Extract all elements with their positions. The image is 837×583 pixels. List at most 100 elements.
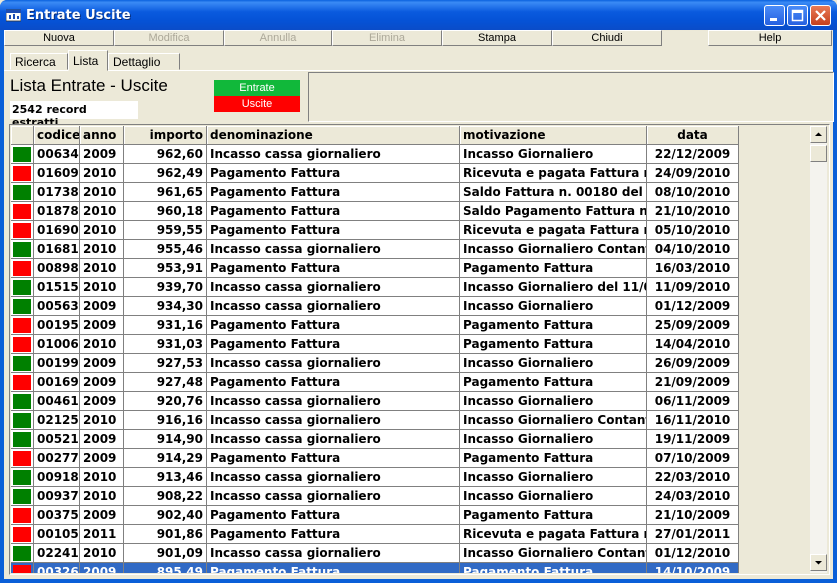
table-row[interactable]: 00326 2009 895,49 Pagamento Fattura Pagament…	[11, 563, 739, 573]
cell-motivazione: Pagamento Fattura	[460, 316, 647, 335]
vertical-scrollbar[interactable]	[810, 126, 827, 573]
table-row[interactable]: 00195 2009 931,16 Pagamento Fattura Pagament…	[11, 316, 739, 335]
table-row[interactable]: 02125 2010 916,16 Incasso cassa giornaliero…	[11, 411, 739, 430]
cell-motivazione: Incasso Giornaliero	[460, 354, 647, 373]
cell-importo: 961,65	[124, 183, 207, 202]
title-bar[interactable]: Entrate Uscite	[0, 0, 837, 30]
cell-anno: 2009	[80, 373, 124, 392]
row-type-cell	[11, 449, 34, 468]
cell-data: 04/10/2010	[647, 240, 739, 259]
tab-lista[interactable]: Lista	[68, 50, 108, 71]
table-row[interactable]: 00634 2009 962,60 Incasso cassa giornaliero…	[11, 145, 739, 164]
cell-motivazione: Saldo Pagamento Fattura n.1	[460, 202, 647, 221]
cell-importo: 934,30	[124, 297, 207, 316]
row-type-cell	[11, 506, 34, 525]
table-row[interactable]: 01515 2010 939,70 Incasso cassa giornaliero…	[11, 278, 739, 297]
cell-motivazione: Ricevuta e pagata Fattura n.1	[460, 164, 647, 183]
table-row[interactable]: 01878 2010 960,18 Pagamento Fattura Saldo Pa…	[11, 202, 739, 221]
header-codice[interactable]: codice	[34, 126, 80, 145]
scroll-thumb[interactable]	[810, 145, 827, 162]
scroll-up-button[interactable]	[810, 126, 827, 143]
cell-denominazione: Incasso cassa giornaliero	[207, 354, 460, 373]
window-title: Entrate Uscite	[26, 8, 131, 23]
row-type-cell	[11, 278, 34, 297]
table-row[interactable]: 01738 2010 961,65 Pagamento Fattura Saldo Fa…	[11, 183, 739, 202]
cell-importo: 927,53	[124, 354, 207, 373]
scroll-down-button[interactable]	[810, 554, 827, 571]
row-type-cell	[11, 430, 34, 449]
cell-denominazione: Incasso cassa giornaliero	[207, 487, 460, 506]
row-type-cell	[11, 335, 34, 354]
table-row[interactable]: 00898 2010 953,91 Pagamento Fattura Pagament…	[11, 259, 739, 278]
cell-denominazione: Pagamento Fattura	[207, 506, 460, 525]
maximize-button[interactable]	[787, 5, 808, 26]
new-button[interactable]: Nuova	[4, 30, 114, 46]
cell-motivazione: Incasso Giornaliero Contanti	[460, 240, 647, 259]
minimize-button[interactable]	[764, 5, 785, 26]
cell-motivazione: Pagamento Fattura	[460, 373, 647, 392]
legend-entrate: Entrate	[214, 80, 300, 96]
table-row[interactable]: 01609 2010 962,49 Pagamento Fattura Ricevuta…	[11, 164, 739, 183]
records-grid[interactable]: codice anno importo denominazione motiva…	[9, 124, 830, 575]
header-denominazione[interactable]: denominazione	[207, 126, 460, 145]
toolbar: Nuova Modifica Annulla Elimina Stampa Ch…	[4, 30, 833, 46]
cell-anno: 2009	[80, 449, 124, 468]
table-row[interactable]: 00169 2009 927,48 Pagamento Fattura Pagament…	[11, 373, 739, 392]
app-icon	[6, 9, 21, 22]
table-row[interactable]: 01681 2010 955,46 Incasso cassa giornaliero…	[11, 240, 739, 259]
table-row[interactable]: 00521 2009 914,90 Incasso cassa giornaliero…	[11, 430, 739, 449]
table-row[interactable]: 00199 2009 927,53 Incasso cassa giornaliero…	[11, 354, 739, 373]
close-form-button[interactable]: Chiudi	[552, 30, 662, 46]
edit-button[interactable]: Modifica	[114, 30, 224, 46]
cell-denominazione: Pagamento Fattura	[207, 221, 460, 240]
cell-importo: 959,55	[124, 221, 207, 240]
table-row[interactable]: 00461 2009 920,76 Incasso cassa giornaliero…	[11, 392, 739, 411]
app-window: Entrate Uscite Nuova Modifica Annulla El…	[0, 0, 837, 583]
entrata-marker	[13, 299, 31, 314]
entrata-marker	[13, 394, 31, 409]
cell-codice: 00195	[34, 316, 80, 335]
table-row[interactable]: 00375 2009 902,40 Pagamento Fattura Pagament…	[11, 506, 739, 525]
cell-anno: 2010	[80, 544, 124, 563]
print-button[interactable]: Stampa	[442, 30, 552, 46]
entrata-marker	[13, 489, 31, 504]
row-type-cell	[11, 468, 34, 487]
cell-anno: 2009	[80, 392, 124, 411]
close-button[interactable]	[810, 5, 831, 26]
cell-motivazione: Incasso Giornaliero	[460, 468, 647, 487]
table-row[interactable]: 00277 2009 914,29 Pagamento Fattura Pagament…	[11, 449, 739, 468]
uscita-marker	[13, 337, 31, 352]
header-importo[interactable]: importo	[124, 126, 207, 145]
tab-ricerca[interactable]: Ricerca	[10, 53, 68, 70]
header-marker	[11, 126, 34, 145]
cell-denominazione: Incasso cassa giornaliero	[207, 240, 460, 259]
table-row[interactable]: 02241 2010 901,09 Incasso cassa giornaliero…	[11, 544, 739, 563]
delete-button[interactable]: Elimina	[332, 30, 442, 46]
header-anno[interactable]: anno	[80, 126, 124, 145]
tab-dettaglio[interactable]: Dettaglio	[108, 53, 180, 70]
header-motivazione[interactable]: motivazione	[460, 126, 647, 145]
cell-denominazione: Incasso cassa giornaliero	[207, 430, 460, 449]
entrata-marker	[13, 280, 31, 295]
cell-denominazione: Pagamento Fattura	[207, 335, 460, 354]
entrata-marker	[13, 185, 31, 200]
table-row[interactable]: 00937 2010 908,22 Incasso cassa giornaliero…	[11, 487, 739, 506]
table-row[interactable]: 00563 2009 934,30 Incasso cassa giornaliero…	[11, 297, 739, 316]
cell-denominazione: Pagamento Fattura	[207, 563, 460, 573]
uscita-marker	[13, 451, 31, 466]
cell-data: 14/04/2010	[647, 335, 739, 354]
uscita-marker	[13, 565, 31, 573]
table-row[interactable]: 01690 2010 959,55 Pagamento Fattura Ricevuta…	[11, 221, 739, 240]
table-row[interactable]: 01006 2010 931,03 Pagamento Fattura Pagament…	[11, 335, 739, 354]
header-data[interactable]: data	[647, 126, 739, 145]
row-type-cell	[11, 373, 34, 392]
cancel-button[interactable]: Annulla	[224, 30, 332, 46]
cell-motivazione: Pagamento Fattura	[460, 506, 647, 525]
cell-anno: 2010	[80, 335, 124, 354]
record-count: 2542 record estratti	[10, 101, 138, 129]
row-type-cell	[11, 411, 34, 430]
cell-codice: 01609	[34, 164, 80, 183]
table-row[interactable]: 00918 2010 913,46 Incasso cassa giornaliero…	[11, 468, 739, 487]
table-row[interactable]: 00105 2011 901,86 Pagamento Fattura Ricevuta…	[11, 525, 739, 544]
help-button[interactable]: Help	[708, 30, 832, 46]
